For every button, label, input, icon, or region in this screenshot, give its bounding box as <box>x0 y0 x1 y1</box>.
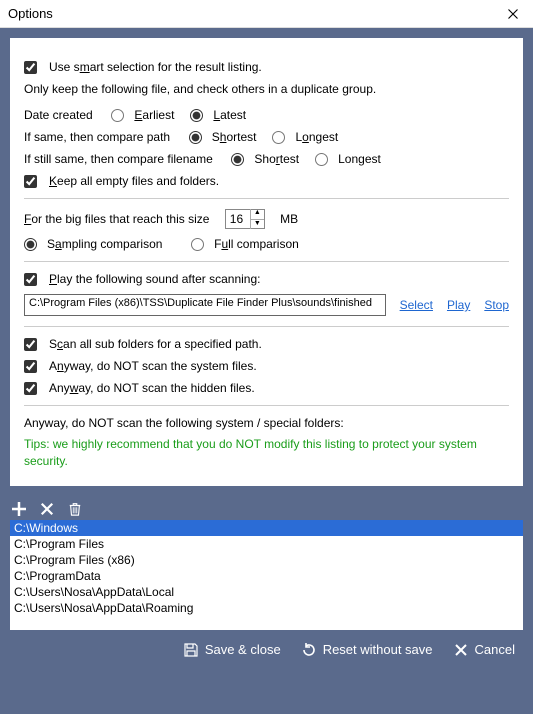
save-close-label: Save & close <box>205 642 281 657</box>
latest-label: Latest <box>213 108 246 122</box>
bigfiles-label: For the big files that reach this size <box>24 212 209 226</box>
smart-selection-label: Use smart selection for the result listi… <box>49 60 262 74</box>
play-sound-link[interactable]: Play <box>447 298 470 312</box>
select-sound-link[interactable]: Select <box>400 298 433 312</box>
full-label: Full comparison <box>214 237 299 251</box>
list-item[interactable]: C:\ProgramData <box>10 568 523 584</box>
list-item[interactable]: C:\Users\Nosa\AppData\Local <box>10 584 523 600</box>
trash-icon[interactable] <box>66 500 84 518</box>
path-longest-label: Longest <box>295 130 338 144</box>
sampling-radio[interactable] <box>24 238 37 251</box>
sampling-label: Sampling comparison <box>47 237 162 251</box>
list-item[interactable]: C:\Program Files (x86) <box>10 552 523 568</box>
reset-label: Reset without save <box>323 642 433 657</box>
list-item[interactable]: C:\Windows <box>10 520 523 536</box>
list-item[interactable]: C:\Users\Nosa\AppData\Roaming <box>10 600 523 616</box>
reset-icon <box>301 642 317 658</box>
skip-system-checkbox[interactable] <box>24 360 37 373</box>
scan-subfolders-checkbox[interactable] <box>24 338 37 351</box>
spin-down-icon[interactable]: ▼ <box>251 220 264 230</box>
add-icon[interactable] <box>10 500 28 518</box>
close-button[interactable] <box>501 2 525 26</box>
keep-empty-label: Keep all empty files and folders. <box>49 174 219 188</box>
stop-sound-link[interactable]: Stop <box>484 298 509 312</box>
latest-radio[interactable] <box>190 109 203 122</box>
earliest-label: Earliest <box>134 108 174 122</box>
bigfiles-size-input[interactable]: 16 ▲ ▼ <box>225 209 265 229</box>
sound-path-input[interactable]: C:\Program Files (x86)\TSS\Duplicate Fil… <box>24 294 386 316</box>
compare-filename-label: If still same, then compare filename <box>24 152 213 166</box>
full-radio[interactable] <box>191 238 204 251</box>
skip-system-label: Anyway, do NOT scan the system files. <box>49 359 257 373</box>
date-created-label: Date created <box>24 108 93 122</box>
list-item[interactable]: C:\Program Files <box>10 536 523 552</box>
earliest-radio[interactable] <box>111 109 124 122</box>
spin-up-icon[interactable]: ▲ <box>251 209 264 220</box>
exclude-tips: Tips: we highly recommend that you do NO… <box>24 436 509 470</box>
play-sound-checkbox[interactable] <box>24 273 37 286</box>
save-close-button[interactable]: Save & close <box>183 642 281 658</box>
bigfiles-unit: MB <box>280 212 298 226</box>
fn-shortest-radio[interactable] <box>231 153 244 166</box>
skip-hidden-label: Anyway, do NOT scan the hidden files. <box>49 381 255 395</box>
compare-path-label: If same, then compare path <box>24 130 170 144</box>
titlebar: Options <box>0 0 533 28</box>
cancel-button[interactable]: Cancel <box>453 642 515 658</box>
fn-shortest-label: Shortest <box>254 152 299 166</box>
remove-icon[interactable] <box>38 500 56 518</box>
reset-button[interactable]: Reset without save <box>301 642 433 658</box>
footer: Save & close Reset without save Cancel <box>0 630 533 670</box>
play-sound-label: Play the following sound after scanning: <box>49 272 260 286</box>
skip-hidden-checkbox[interactable] <box>24 382 37 395</box>
path-shortest-radio[interactable] <box>189 131 202 144</box>
window-title: Options <box>8 6 501 21</box>
smart-selection-checkbox[interactable] <box>24 61 37 74</box>
exclude-listbox[interactable]: C:\WindowsC:\Program FilesC:\Program Fil… <box>10 520 523 630</box>
save-icon <box>183 642 199 658</box>
exclude-heading: Anyway, do NOT scan the following system… <box>24 416 509 430</box>
cancel-label: Cancel <box>475 642 515 657</box>
options-panel: Use smart selection for the result listi… <box>10 38 523 486</box>
scan-subfolders-label: Scan all sub folders for a specified pat… <box>49 337 262 351</box>
fn-longest-radio[interactable] <box>315 153 328 166</box>
bigfiles-size-value: 16 <box>230 212 243 226</box>
path-longest-radio[interactable] <box>272 131 285 144</box>
smart-description: Only keep the following file, and check … <box>24 82 509 96</box>
path-shortest-label: Shortest <box>212 130 257 144</box>
exclude-toolbar <box>0 496 533 520</box>
cancel-icon <box>453 642 469 658</box>
fn-longest-label: Longest <box>338 152 381 166</box>
keep-empty-checkbox[interactable] <box>24 175 37 188</box>
